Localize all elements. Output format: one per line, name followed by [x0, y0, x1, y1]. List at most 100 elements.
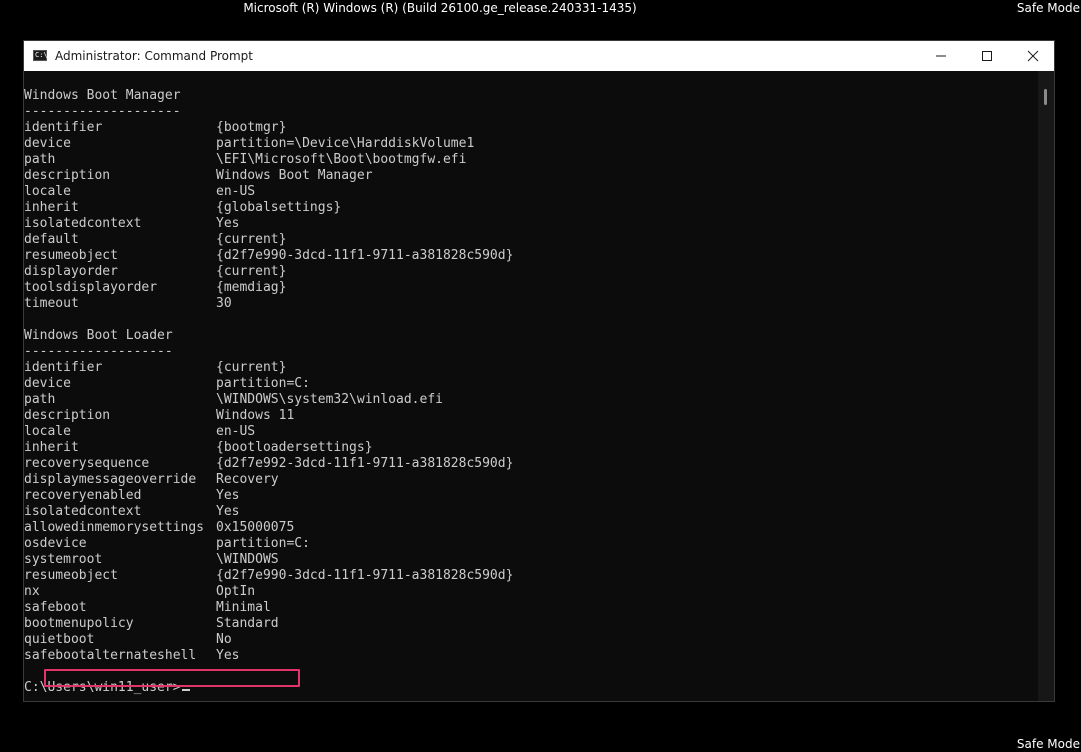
console-line-key: Windows Boot Loader — [24, 328, 173, 343]
console-line-key: inherit — [24, 440, 79, 455]
console-line-key: bootmenupolicy — [24, 616, 134, 631]
console-line-value: {bootloadersettings} — [216, 440, 373, 455]
console-line-value: {d2f7e990-3dcd-11f1-9711-a381828c590d} — [216, 568, 514, 583]
console-line-value: partition=\Device\HarddiskVolume1 — [216, 136, 475, 151]
console-line-value: No — [216, 632, 232, 647]
console-line-key: osdevice — [24, 536, 87, 551]
command-prompt-window[interactable]: C:\ Administrator: Command Prompt Window… — [23, 40, 1055, 702]
console-line-key: ------------------- — [24, 344, 173, 359]
console-line-value: Yes — [216, 648, 240, 663]
console-line-key: path — [24, 392, 56, 407]
console-line-key: quietboot — [24, 632, 95, 647]
console-line-key: toolsdisplayorder — [24, 280, 158, 295]
minimize-button[interactable] — [918, 41, 964, 71]
console-line-key: displaymessageoverride — [24, 472, 197, 487]
console-line-value: {bootmgr} — [216, 120, 287, 135]
console-line-key: Windows Boot Manager — [24, 88, 181, 103]
console-line-key: default — [24, 232, 79, 247]
title-bar[interactable]: C:\ Administrator: Command Prompt — [24, 41, 1054, 71]
console-line-key: safebootalternateshell — [24, 648, 197, 663]
console-line-key: timeout — [24, 296, 79, 311]
console-line-key: allowedinmemorysettings — [24, 520, 205, 535]
console-line-value: {d2f7e992-3dcd-11f1-9711-a381828c590d} — [216, 456, 514, 471]
console-line-value: en-US — [216, 424, 256, 439]
console-line: default {current} — [24, 232, 513, 248]
console-line-key: recoverysequence — [24, 456, 150, 471]
console-line-key: systemroot — [24, 552, 103, 567]
console-line-value: OptIn — [216, 584, 256, 599]
minimize-icon — [936, 55, 946, 57]
console-line-key: displayorder — [24, 264, 118, 279]
console-line-key: identifier — [24, 120, 103, 135]
console-line-value: {d2f7e990-3dcd-11f1-9711-a381828c590d} — [216, 248, 514, 263]
close-icon — [1027, 50, 1039, 62]
console-line-key: device — [24, 376, 71, 391]
console-line-key: resumeobject — [24, 568, 118, 583]
console-line-key: description — [24, 168, 111, 183]
safeboot-highlight-box — [44, 669, 300, 687]
console-line: nx OptIn — [24, 584, 513, 600]
console-line: safebootalternateshell Yes — [24, 648, 513, 664]
console-line-value: {memdiag} — [216, 280, 287, 295]
console-line: resumeobject {d2f7e990-3dcd-11f1-9711-a38… — [24, 248, 513, 264]
console-line-key: nx — [24, 584, 40, 599]
console-line: recoveryenabled Yes — [24, 488, 513, 504]
console-line: bootmenupolicy Standard — [24, 616, 513, 632]
console-line-value: partition=C: — [216, 376, 310, 391]
console-line-key: isolatedcontext — [24, 504, 142, 519]
console-line: locale en-US — [24, 424, 513, 440]
console-line-key: isolatedcontext — [24, 216, 142, 231]
console-line: identifier {current} — [24, 360, 513, 376]
console-line: quietboot No — [24, 632, 513, 648]
console-line-value: 30 — [216, 296, 232, 311]
console-line-value: en-US — [216, 184, 256, 199]
console-line: toolsdisplayorder {memdiag} — [24, 280, 513, 296]
console-line-key: path — [24, 152, 56, 167]
console-line-key: safeboot — [24, 600, 87, 615]
maximize-button[interactable] — [964, 41, 1010, 71]
console-line-value: partition=C: — [216, 536, 310, 551]
console-output[interactable]: Windows Boot Manager --------------------… — [24, 71, 1038, 701]
console-line-value: \WINDOWS — [216, 552, 279, 567]
console-line-value: {globalsettings} — [216, 200, 342, 215]
console-line: safeboot Minimal — [24, 600, 513, 616]
console-line: resumeobject {d2f7e990-3dcd-11f1-9711-a38… — [24, 568, 513, 584]
maximize-icon — [982, 51, 992, 61]
console-line: path \EFI\Microsoft\Boot\bootmgfw.efi — [24, 152, 513, 168]
console-line-key: identifier — [24, 360, 103, 375]
console-line: isolatedcontext Yes — [24, 504, 513, 520]
console-line-value: {current} — [216, 232, 287, 247]
console-line: osdevice partition=C: — [24, 536, 513, 552]
console-line: displaymessageoverride Recovery — [24, 472, 513, 488]
scroll-thumb[interactable] — [1044, 89, 1047, 105]
console-line: path \WINDOWS\system32\winload.efi — [24, 392, 513, 408]
vertical-scrollbar[interactable] — [1038, 71, 1054, 701]
console-line-key: locale — [24, 184, 71, 199]
console-line-key: -------------------- — [24, 104, 181, 119]
console-line: recoverysequence {d2f7e992-3dcd-11f1-9711… — [24, 456, 513, 472]
safe-mode-label-bottom: Safe Mode — [1016, 737, 1080, 751]
console-line-value: Minimal — [216, 600, 271, 615]
console-lines: Windows Boot Manager --------------------… — [24, 88, 513, 696]
console-line-value: Yes — [216, 504, 240, 519]
console-line-key: description — [24, 408, 111, 423]
console-line: inherit {globalsettings} — [24, 200, 513, 216]
close-button[interactable] — [1010, 41, 1056, 71]
build-watermark: Microsoft (R) Windows (R) (Build 26100.g… — [243, 1, 637, 15]
console-line-value: {current} — [216, 264, 287, 279]
console-line-value: Windows Boot Manager — [216, 168, 373, 183]
console-line: systemroot \WINDOWS — [24, 552, 513, 568]
window-title: Administrator: Command Prompt — [55, 49, 253, 63]
console-line: identifier {bootmgr} — [24, 120, 513, 136]
console-line-value: {current} — [216, 360, 287, 375]
console-line-key: inherit — [24, 200, 79, 215]
cmd-icon[interactable]: C:\ — [33, 50, 48, 61]
console-line: timeout 30 — [24, 296, 513, 312]
console-line: allowedinmemorysettings 0x15000075 — [24, 520, 513, 536]
console-line-value: Recovery — [216, 472, 279, 487]
console-line: ------------------- — [24, 344, 513, 360]
cmd-icon-glyph: C:\ — [35, 51, 48, 59]
console-line-value: Yes — [216, 488, 240, 503]
console-line: displayorder {current} — [24, 264, 513, 280]
